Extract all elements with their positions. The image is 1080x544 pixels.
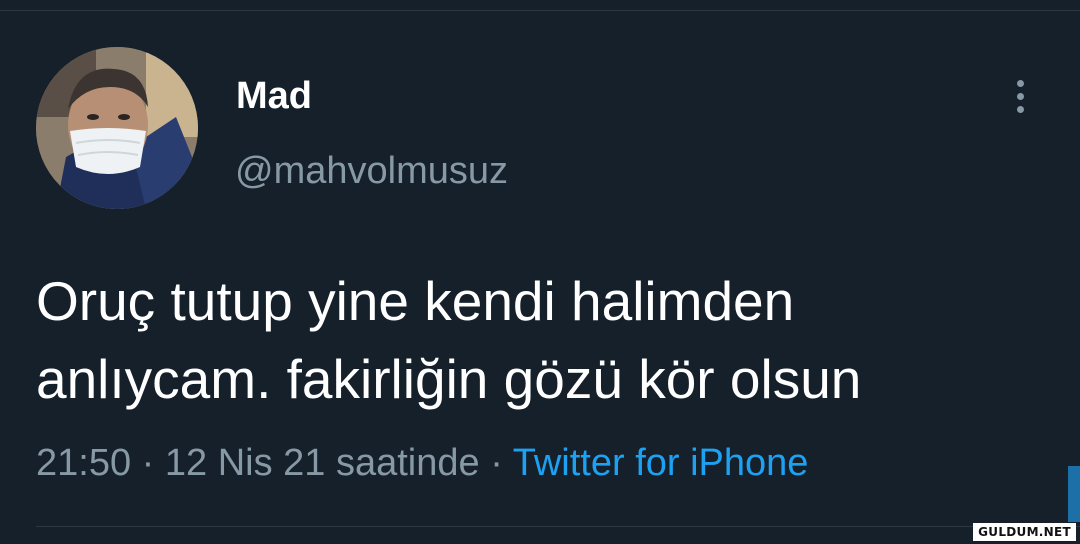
more-options-button[interactable] [1006,74,1034,118]
tweet-text-line: anlıycam. fakirliğin gözü kör olsun [36,348,862,410]
tweet-time[interactable]: 21:50 [36,442,131,484]
tweet-meta: 21:50 · 12 Nis 21 saatinde · Twitter for… [36,440,808,486]
scrollbar[interactable] [1068,466,1080,522]
avatar[interactable] [36,47,198,209]
tweet-text-line: Oruç tutup yine kendi halimden [36,270,795,332]
tweet-source-link[interactable]: Twitter for iPhone [513,442,809,484]
more-vertical-icon-dot [1016,105,1024,113]
more-vertical-icon-dot [1016,92,1024,100]
meta-separator: · [479,442,513,484]
author-display-name[interactable]: Mad [236,74,312,118]
author-handle[interactable]: @mahvolmusuz [235,149,508,193]
meta-separator: · [131,442,165,484]
top-divider [0,10,1080,11]
more-vertical-icon [1016,79,1024,87]
watermark-logo: GULDUM.NET [973,523,1076,541]
profile-photo-icon [36,47,198,209]
tweet-text: Oruç tutup yine kendi halimden anlıycam.… [36,262,1046,418]
bottom-divider [36,526,1080,527]
tweet-detail-screen: Mad @mahvolmusuz Oruç tutup yine kendi h… [0,0,1080,544]
tweet-date[interactable]: 12 Nis 21 saatinde [165,442,480,484]
